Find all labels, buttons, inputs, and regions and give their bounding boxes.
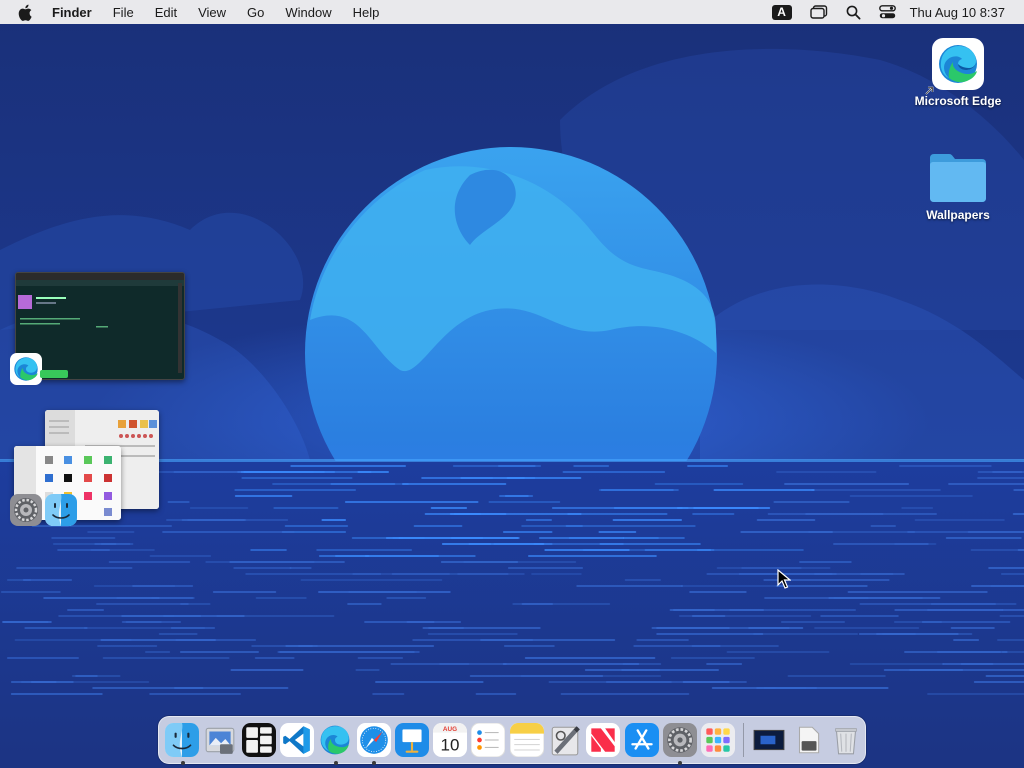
stage-manager-icon[interactable] <box>809 0 828 24</box>
dock-item-system-settings[interactable] <box>662 722 697 765</box>
preview-icon <box>206 727 235 754</box>
settings-icon <box>662 723 697 757</box>
dock-item-keynote[interactable] <box>394 722 429 758</box>
calendar-icon: AUG 10 <box>433 723 468 757</box>
document-icon <box>798 726 819 754</box>
input-source-icon[interactable]: A <box>771 0 792 24</box>
menu-window[interactable]: Window <box>285 5 331 20</box>
menu-app-name[interactable]: Finder <box>52 5 92 20</box>
app-store-icon <box>624 723 659 757</box>
menu-help[interactable]: Help <box>353 5 380 20</box>
dock-item-safari[interactable] <box>356 722 391 765</box>
mission-control-icon <box>241 723 276 757</box>
running-indicator <box>180 761 185 765</box>
desktop-icon-microsoft-edge[interactable]: Microsoft Edge <box>910 38 1006 108</box>
control-center-icon[interactable] <box>878 0 896 24</box>
dock-item-news[interactable] <box>586 722 621 758</box>
dock-separator <box>743 723 745 757</box>
dock-item-calendar[interactable]: AUG 10 <box>432 722 468 758</box>
keynote-icon <box>394 723 429 757</box>
dock-item-finder[interactable] <box>165 722 200 765</box>
menu-edit[interactable]: Edit <box>155 5 177 20</box>
dock-item-preview[interactable] <box>203 722 238 758</box>
finder-icon <box>165 723 200 757</box>
calendar-day: 10 <box>441 736 460 755</box>
launchpad-icon <box>701 723 736 757</box>
finder-icon <box>45 494 77 526</box>
dock-item-screenshot[interactable] <box>752 722 787 758</box>
desktop-icon-wallpapers[interactable]: Wallpapers <box>910 152 1006 222</box>
dock-item-script-editor[interactable] <box>547 722 582 758</box>
input-source-label: A <box>771 4 792 20</box>
menu-go[interactable]: Go <box>247 5 264 20</box>
thumbnail-progress-mark <box>40 370 68 378</box>
dock-item-microsoft-edge[interactable] <box>318 722 353 765</box>
news-icon <box>586 723 621 757</box>
dock-item-vscode[interactable] <box>279 722 314 758</box>
stage-manager-group-settings-finder[interactable] <box>8 408 163 530</box>
dock-item-trash[interactable] <box>828 722 863 758</box>
dock-item-mission-control[interactable] <box>241 722 276 758</box>
screenshot-icon <box>753 729 785 751</box>
reminders-icon <box>471 723 506 757</box>
desktop-icon-label: Wallpapers <box>926 208 990 222</box>
running-indicator <box>333 761 338 765</box>
menu-view[interactable]: View <box>198 5 226 20</box>
settings-icon <box>10 494 42 526</box>
edge-icon <box>10 353 42 385</box>
alias-arrow-icon <box>925 86 934 95</box>
edge-icon <box>925 38 984 95</box>
trash-icon <box>834 727 857 755</box>
menu-file[interactable]: File <box>113 5 134 20</box>
calendar-month: AUG <box>443 726 457 733</box>
dock-item-reminders[interactable] <box>471 722 506 758</box>
mouse-cursor-icon <box>777 569 791 589</box>
spotlight-icon[interactable] <box>846 0 861 24</box>
safari-icon <box>356 723 391 757</box>
dock-item-app-store[interactable] <box>624 722 659 758</box>
menu-clock[interactable]: Thu Aug 10 8:37 <box>910 5 1005 20</box>
dock: AUG 10 <box>158 716 866 765</box>
apple-menu-icon[interactable] <box>18 3 34 21</box>
dock-item-notes[interactable] <box>509 722 544 758</box>
stage-manager-group-edge[interactable] <box>8 272 185 387</box>
running-indicator <box>371 761 376 765</box>
edge-icon <box>320 725 350 755</box>
script-editor-icon <box>551 726 580 756</box>
vscode-icon <box>279 723 314 757</box>
notes-icon <box>509 723 544 757</box>
desktop-icon-label: Microsoft Edge <box>914 94 1002 108</box>
folder-icon <box>930 154 986 202</box>
dock-item-launchpad[interactable] <box>700 722 736 758</box>
dock-item-documents[interactable] <box>790 722 825 758</box>
menu-bar: Finder File Edit View Go Window Help A T… <box>0 0 1024 24</box>
